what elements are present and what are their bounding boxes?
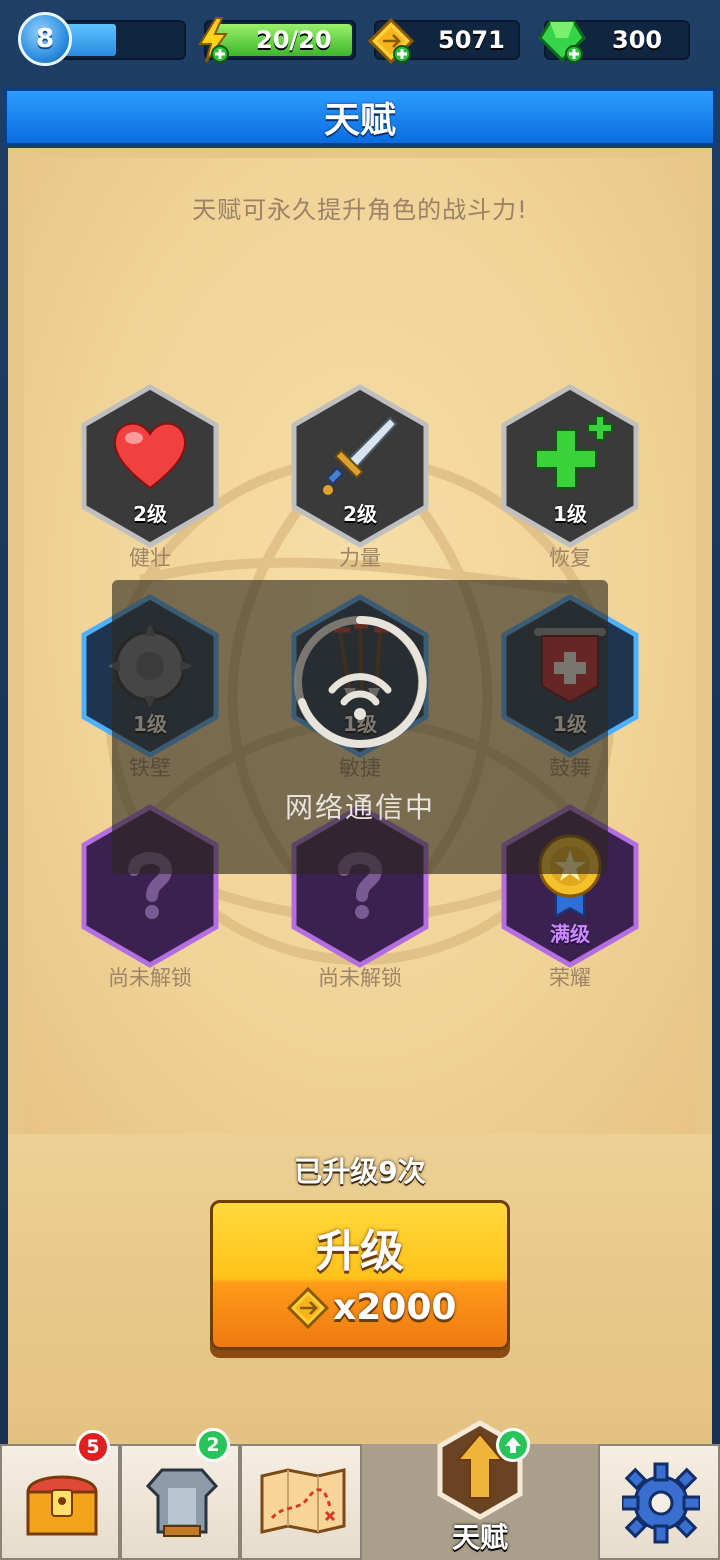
nav-tab-talent-label: 天赋 (451, 1521, 508, 1554)
talent-name: 荣耀 (549, 966, 591, 990)
talent-level: 满级 (550, 922, 590, 946)
armor-icon (145, 1468, 219, 1537)
map-icon (260, 1468, 346, 1534)
network-status-text: 网络通信中 (284, 791, 435, 824)
upgrade-button[interactable]: 升级 x2000 (210, 1200, 510, 1350)
talent-level: 1级 (553, 502, 587, 526)
nav-tab-settings[interactable] (598, 1444, 720, 1560)
page-title: 天赋 (323, 100, 396, 141)
gold-coin-icon (287, 1287, 329, 1329)
talent-description: 天赋可永久提升角色的战斗力! (192, 196, 528, 224)
energy-bolt-icon (198, 17, 229, 63)
upgrade-cost: x2000 (333, 1287, 457, 1328)
nav-tab-map[interactable] (240, 1444, 362, 1560)
wifi-spinner-icon (294, 615, 427, 748)
talent-upgrade-badge (496, 1428, 530, 1462)
talent-cell-huifu[interactable]: 1级 恢复 (500, 384, 640, 570)
equipment-notification-badge: 2 (196, 1428, 230, 1462)
sword-icon (323, 416, 398, 495)
talent-cell-jianzhuang[interactable]: 2级 健壮 (80, 384, 220, 570)
gold-coin-icon (368, 18, 414, 64)
green-gem-icon (538, 20, 586, 63)
heart-icon (113, 422, 187, 490)
talent-name: 恢复 (549, 546, 591, 570)
upgrade-count-text: 已升级9次 (294, 1155, 426, 1188)
nav-tab-equipment[interactable] (120, 1444, 240, 1560)
gear-icon (622, 1462, 700, 1544)
up-arrow-icon (505, 1437, 521, 1453)
gem-value: 300 (612, 26, 663, 54)
gold-value: 5071 (438, 26, 505, 54)
talent-level: 2级 (343, 502, 377, 526)
talent-name: 尚未解锁 (318, 966, 402, 990)
title-banner: 天赋 (4, 88, 716, 146)
talent-name: 力量 (339, 546, 381, 570)
upgrade-button-label: 升级 (316, 1226, 404, 1277)
player-level-badge[interactable]: 8 (18, 12, 72, 66)
talent-cell-liliang[interactable]: 2级 力量 (290, 384, 430, 570)
treasure-chest-icon (26, 1475, 98, 1536)
energy-value: 20/20 (256, 26, 332, 54)
talent-name: 健壮 (129, 546, 171, 570)
talent-level: 2级 (133, 502, 167, 526)
green-cross-icon (535, 415, 613, 489)
talent-name: 尚未解锁 (108, 966, 192, 990)
chest-notification-badge: 5 (76, 1430, 110, 1464)
top-status-bar: 8 20/20 5071 300 (0, 0, 720, 84)
